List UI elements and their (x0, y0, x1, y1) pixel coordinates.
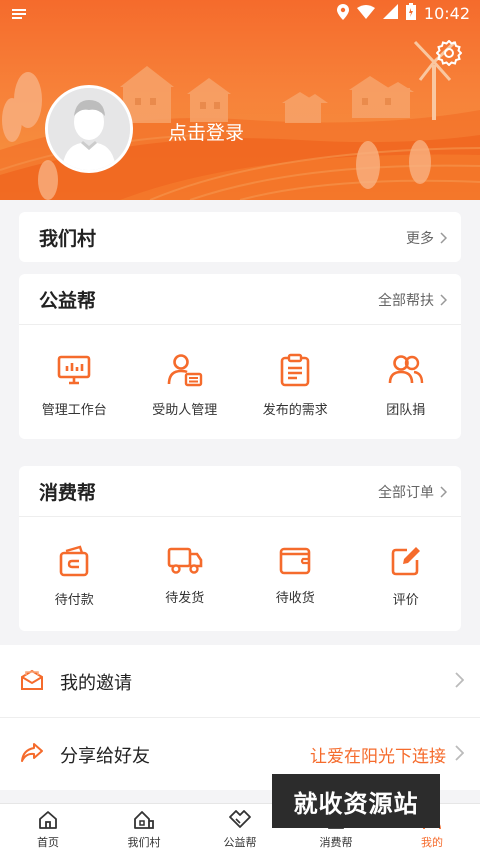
clock: 10:42 (423, 4, 470, 23)
team-donation-button[interactable]: 团队捐 (351, 353, 461, 418)
pending-receipt-label: 待收货 (275, 591, 315, 606)
signal-icon (382, 4, 398, 23)
village-more-label: 更多 (406, 231, 434, 247)
village-card-header[interactable]: 我们村 更多 (19, 212, 461, 262)
charity-card: 公益帮 全部帮扶 管理工作台 受助人管理 发布的需求 团队捐 (19, 274, 461, 439)
edit-icon (391, 547, 420, 576)
share-to-friends-label: 分享给好友 (60, 746, 150, 767)
notification-icon (12, 5, 26, 23)
pending-payment-button[interactable]: 待付款 (19, 545, 129, 608)
chevron-right-icon (455, 672, 464, 688)
person-card-icon (167, 354, 202, 387)
all-orders-label: 全部订单 (378, 485, 434, 501)
published-needs-label: 发布的需求 (262, 403, 328, 418)
my-invitation-label: 我的邀请 (60, 673, 132, 694)
settings-gear-icon[interactable] (435, 39, 463, 67)
village-card-title: 我们村 (39, 228, 97, 250)
village-card: 我们村 更多 (19, 212, 461, 262)
box-icon (279, 547, 311, 575)
village-more-link[interactable]: 更多 (406, 228, 447, 248)
consumption-card: 消费帮 全部订单 待付款 待发货 待收货 评价 (19, 466, 461, 631)
share-arrow-icon (21, 743, 43, 762)
pending-payment-label: 待付款 (54, 593, 94, 608)
review-button[interactable]: 评价 (351, 545, 461, 608)
team-donation-label: 团队捐 (386, 403, 426, 418)
village-home-icon (134, 811, 154, 829)
all-orders-link[interactable]: 全部订单 (378, 482, 447, 502)
battery-icon (405, 3, 416, 24)
profile-header: 10:42 点击登录 (0, 0, 480, 200)
charity-card-header: 公益帮 全部帮扶 (19, 274, 461, 324)
invitation-envelope-icon (21, 669, 43, 690)
all-help-label: 全部帮扶 (378, 293, 434, 309)
handshake-icon (229, 810, 251, 828)
status-bar: 10:42 (0, 0, 480, 26)
home-icon (39, 811, 57, 829)
tab-home-label: 首页 (37, 836, 59, 849)
monitor-chart-icon (57, 355, 91, 385)
default-avatar-icon (48, 88, 130, 170)
tab-charity-label: 公益帮 (223, 836, 257, 849)
share-slogan: 让爱在阳光下连接 (310, 747, 446, 767)
avatar[interactable] (45, 85, 133, 173)
settings-list: 我的邀请 分享给好友 让爱在阳光下连接 (0, 645, 480, 790)
tab-home[interactable]: 首页 (0, 804, 96, 853)
beneficiary-management-button[interactable]: 受助人管理 (130, 353, 240, 418)
chevron-right-icon (440, 294, 447, 306)
wallet-icon (59, 545, 89, 577)
chevron-right-icon (440, 486, 447, 498)
truck-icon (167, 547, 203, 574)
charity-card-title: 公益帮 (39, 290, 97, 312)
chevron-right-icon (440, 232, 447, 244)
pending-shipment-label: 待发货 (165, 591, 205, 606)
team-icon (388, 355, 423, 384)
tab-mine-label: 我的 (421, 836, 443, 849)
all-help-link[interactable]: 全部帮扶 (378, 290, 447, 310)
clipboard-icon (280, 353, 310, 387)
management-workbench-button[interactable]: 管理工作台 (19, 353, 129, 418)
watermark: 就收资源站 (272, 774, 440, 828)
tab-consumption-label: 消费帮 (319, 836, 353, 849)
management-workbench-label: 管理工作台 (41, 403, 107, 418)
location-icon (336, 3, 349, 24)
review-label: 评价 (392, 593, 419, 608)
published-needs-button[interactable]: 发布的需求 (240, 353, 350, 418)
consumption-card-title: 消费帮 (39, 482, 97, 504)
tab-our-village-label: 我们村 (127, 836, 161, 849)
login-link[interactable]: 点击登录 (168, 118, 244, 145)
pending-shipment-button[interactable]: 待发货 (130, 545, 240, 608)
pending-receipt-button[interactable]: 待收货 (240, 545, 350, 608)
wifi-icon (356, 4, 375, 23)
my-invitation-row[interactable]: 我的邀请 (0, 645, 480, 717)
beneficiary-management-label: 受助人管理 (152, 403, 218, 418)
consumption-card-header: 消费帮 全部订单 (19, 466, 461, 516)
tab-our-village[interactable]: 我们村 (96, 804, 192, 853)
chevron-right-icon (455, 745, 464, 761)
